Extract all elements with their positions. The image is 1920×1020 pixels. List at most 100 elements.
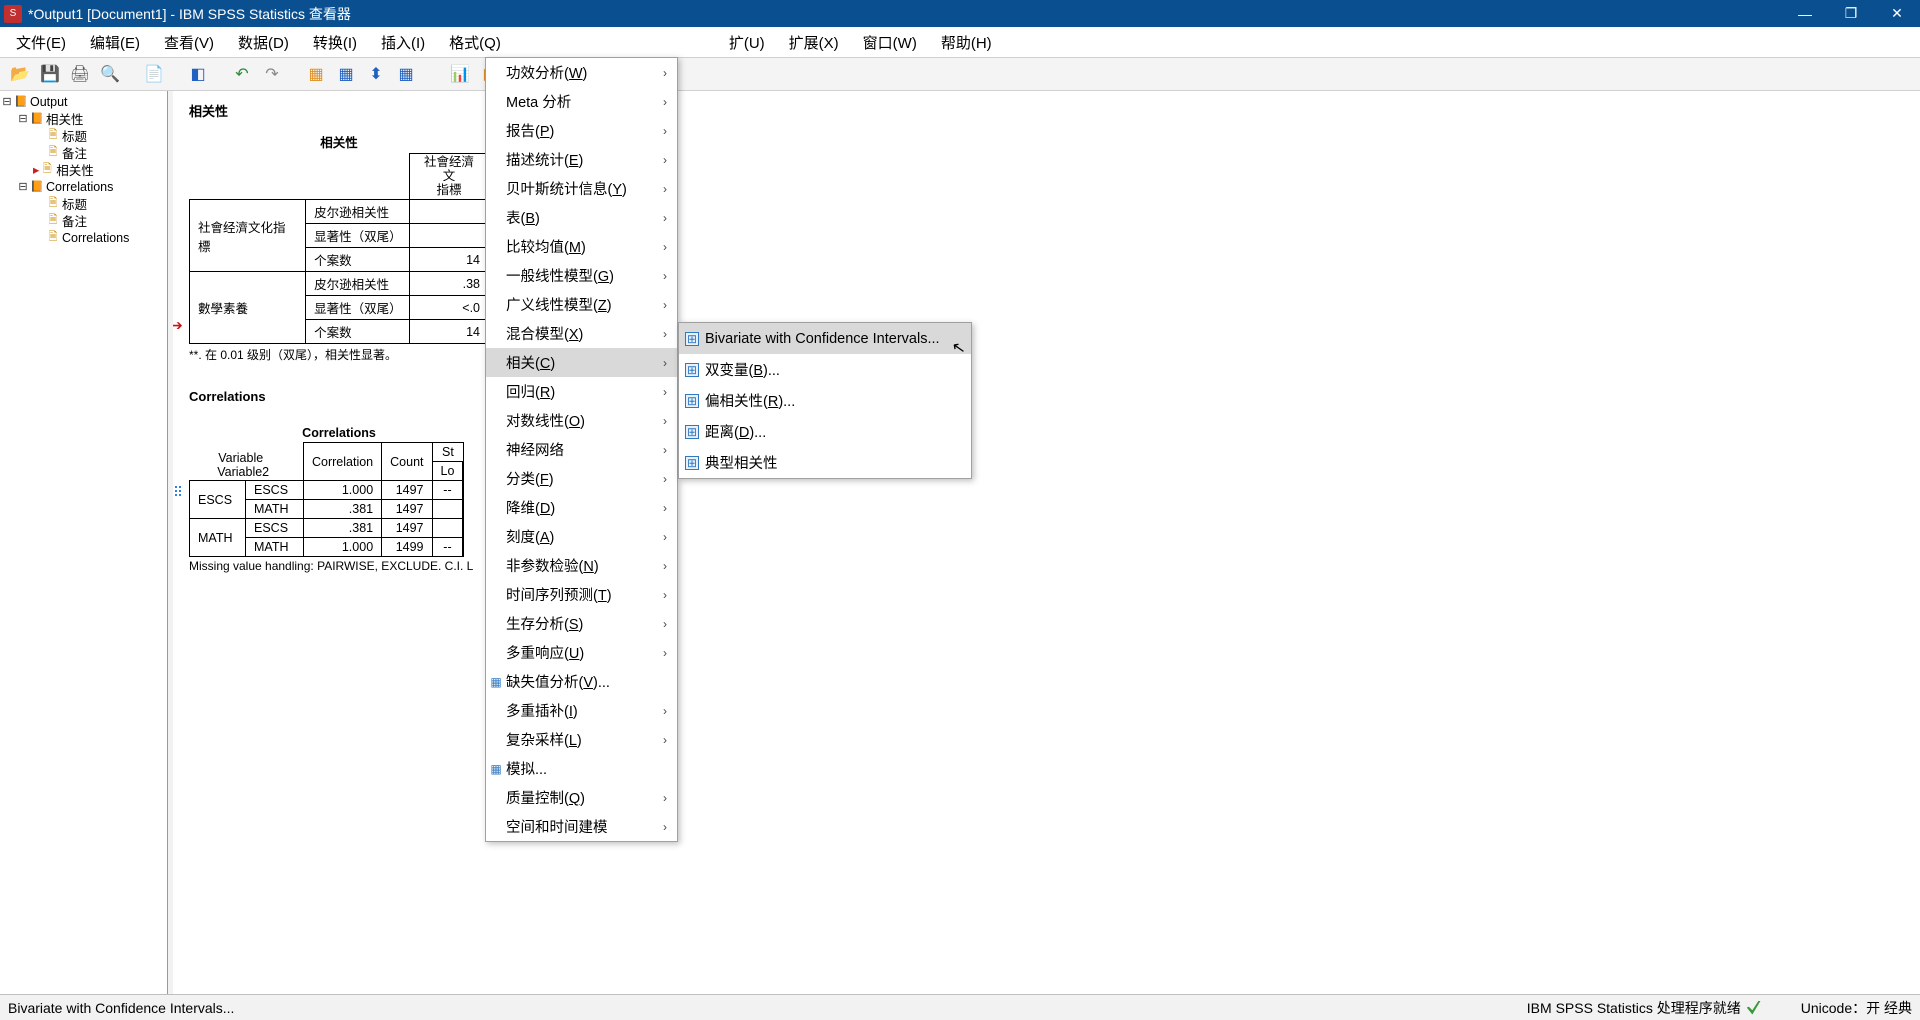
open-icon[interactable]: 📂 <box>8 62 32 86</box>
preview-icon[interactable]: 🔍 <box>98 62 122 86</box>
menu-item[interactable]: 对数线性(O)› <box>486 406 677 435</box>
select-icon[interactable]: ⬍ <box>364 62 388 86</box>
grid-icon[interactable]: ▦ <box>394 62 418 86</box>
menu-item[interactable]: 质量控制(Q)› <box>486 783 677 812</box>
menu-item[interactable]: 降维(D)› <box>486 493 677 522</box>
col-header: 社會经濟文 <box>424 155 474 183</box>
menu-format[interactable]: 格式(Q) <box>437 29 513 56</box>
submenu-item[interactable]: ⊞典型相关性 <box>679 447 971 478</box>
close-button[interactable]: ✕ <box>1874 0 1920 27</box>
menu-item-label: 比较均值(M) <box>506 236 586 257</box>
chart-icon[interactable]: 📊 <box>448 62 472 86</box>
cell: 1497 <box>382 519 432 538</box>
menu-item[interactable]: 描述统计(E)› <box>486 145 677 174</box>
menu-insert[interactable]: 插入(I) <box>369 29 437 56</box>
menu-item[interactable]: 回归(R)› <box>486 377 677 406</box>
redo-icon[interactable]: ↷ <box>260 62 284 86</box>
submenu-item[interactable]: ⊞Bivariate with Confidence Intervals... <box>679 323 971 354</box>
window-buttons: — ❐ ✕ <box>1782 0 1920 27</box>
menu-item[interactable]: 复杂采样(L)› <box>486 725 677 754</box>
menu-item[interactable]: 空间和时间建模› <box>486 812 677 841</box>
submenu-arrow-icon: › <box>663 327 671 341</box>
undo-icon[interactable]: ↶ <box>230 62 254 86</box>
menu-item[interactable]: 广义线性模型(Z)› <box>486 290 677 319</box>
cell: .381 <box>304 519 382 538</box>
menu-item[interactable]: 神经网络› <box>486 435 677 464</box>
menu-item[interactable]: 多重响应(U) › <box>486 638 677 667</box>
correlate-submenu[interactable]: ⊞Bivariate with Confidence Intervals...⊞… <box>678 322 972 479</box>
row-stat: 皮尔逊相关性 <box>306 272 410 296</box>
cell: ESCS <box>246 519 304 538</box>
nav-item[interactable]: 相关性 <box>56 160 94 179</box>
menu-transform[interactable]: 转换(I) <box>301 29 369 56</box>
menu-help[interactable]: 帮助(H) <box>929 29 1004 56</box>
cell: -- <box>432 481 463 500</box>
menu-item[interactable]: 混合模型(X)› <box>486 319 677 348</box>
print-icon[interactable]: 🖨 <box>68 62 92 86</box>
nav-item[interactable]: 备注 <box>62 211 87 230</box>
nav-group2[interactable]: Correlations <box>46 180 113 194</box>
row-var: 社會经濟文化指標 <box>190 200 306 272</box>
menu-item[interactable]: 一般线性模型(G)› <box>486 261 677 290</box>
menu-item[interactable]: 非参数检验(N)› <box>486 551 677 580</box>
submenu-arrow-icon: › <box>663 646 671 660</box>
goto-var-icon[interactable]: ▦ <box>334 62 358 86</box>
submenu-item-label: 双变量(B)... <box>705 359 780 380</box>
submenu-item[interactable]: ⊞距离(D)... <box>679 416 971 447</box>
submenu-arrow-icon: › <box>663 501 671 515</box>
menu-item-label: 描述统计(E) <box>506 149 583 170</box>
menu-item[interactable]: ▦缺失值分析(V)... <box>486 667 677 696</box>
content-pane[interactable]: ➔ 相关性 相关性 社會经濟文指標 社會经濟文化指標皮尔逊相关性 显著性（双尾）… <box>168 91 1920 994</box>
submenu-arrow-icon: › <box>663 385 671 399</box>
menu-view[interactable]: 查看(V) <box>152 29 226 56</box>
menu-item[interactable]: 比较均值(M) › <box>486 232 677 261</box>
menu-item-label: 多重响应(U) <box>506 642 584 663</box>
col-header: Count <box>382 443 432 481</box>
menu-data[interactable]: 数据(D) <box>226 29 301 56</box>
nav-output[interactable]: Output <box>30 95 68 109</box>
submenu-item[interactable]: ⊞偏相关性(R)... <box>679 385 971 416</box>
cell: ESCS <box>246 481 304 500</box>
col-header: Variable <box>218 451 274 465</box>
col-header: 指標 <box>436 183 461 197</box>
menu-item[interactable]: 贝叶斯统计信息(Y)› <box>486 174 677 203</box>
menu-item[interactable]: 生存分析(S)› <box>486 609 677 638</box>
selection-handle-icon[interactable] <box>175 486 181 496</box>
menu-item[interactable]: 分类(F)› <box>486 464 677 493</box>
menu-item[interactable]: 报告(P)› <box>486 116 677 145</box>
table-footnote: **. 在 0.01 级别（双尾），相关性显著。 <box>189 346 489 363</box>
save-icon[interactable]: 💾 <box>38 62 62 86</box>
correlation-table-2[interactable]: VariableVariable2 Correlation Count St L… <box>189 442 464 557</box>
submenu-arrow-icon: › <box>663 240 671 254</box>
menu-ext[interactable]: 扩展(X) <box>777 29 851 56</box>
menu-item[interactable]: 相关(C)› <box>486 348 677 377</box>
dialog-recall-icon[interactable]: ◧ <box>186 62 210 86</box>
menu-window[interactable]: 窗口(W) <box>851 29 929 56</box>
nav-item[interactable]: Correlations <box>62 231 129 245</box>
analyze-menu-dropdown[interactable]: 功效分析(W)›Meta 分析›报告(P)›描述统计(E)›贝叶斯统计信息(Y)… <box>485 57 678 842</box>
submenu-arrow-icon: › <box>663 791 671 805</box>
export-icon[interactable]: 📄 <box>142 62 166 86</box>
submenu-item-label: 偏相关性(R)... <box>705 390 795 411</box>
menu-graphs[interactable]: 扩(U) <box>717 29 777 56</box>
submenu-pre-icon: ⊞ <box>685 363 699 377</box>
submenu-item-label: 距离(D)... <box>705 421 766 442</box>
menu-item-label: 神经网络 <box>506 439 564 460</box>
menu-item[interactable]: 多重插补(I)› <box>486 696 677 725</box>
cell <box>409 224 488 248</box>
correlation-table-1[interactable]: 社會经濟文指標 社會经濟文化指標皮尔逊相关性 显著性（双尾） 个案数14 數學素… <box>189 153 489 344</box>
menu-item[interactable]: 时间序列预测(T)› <box>486 580 677 609</box>
maximize-button[interactable]: ❐ <box>1828 0 1874 27</box>
outline-pane[interactable]: ⊟📙Output ⊟📙相关性 🗎标题 🗎备注 ▸🗎相关性 ⊟📙Correlati… <box>0 91 168 994</box>
minimize-button[interactable]: — <box>1782 0 1828 27</box>
menu-item[interactable]: 表(B)› <box>486 203 677 232</box>
menu-item[interactable]: 功效分析(W)› <box>486 58 677 87</box>
goto-data-icon[interactable]: ▦ <box>304 62 328 86</box>
menu-item[interactable]: 刻度(A)› <box>486 522 677 551</box>
menu-item[interactable]: ▦模拟... <box>486 754 677 783</box>
menu-item[interactable]: Meta 分析› <box>486 87 677 116</box>
menu-edit[interactable]: 编辑(E) <box>78 29 152 56</box>
menu-file[interactable]: 文件(E) <box>4 29 78 56</box>
submenu-item[interactable]: ⊞ 双变量(B)... <box>679 354 971 385</box>
submenu-item-label: Bivariate with Confidence Intervals... <box>705 331 940 347</box>
